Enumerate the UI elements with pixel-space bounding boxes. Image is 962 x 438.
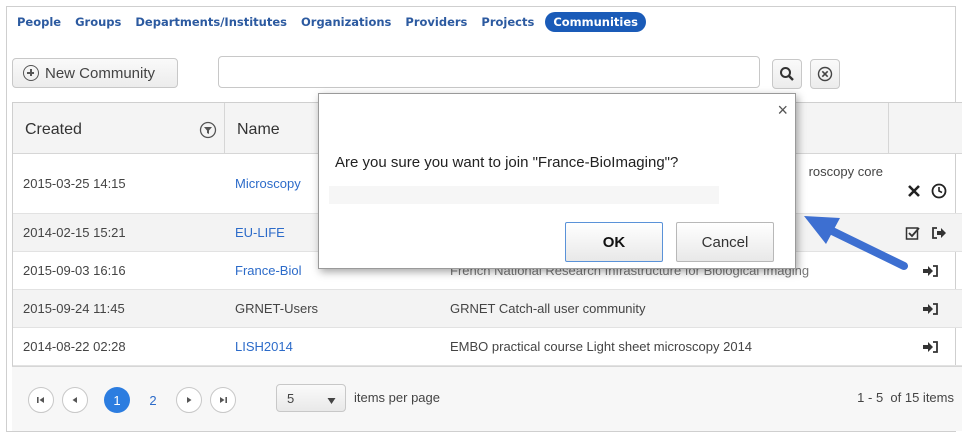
nav-communities[interactable]: Communities (545, 12, 647, 32)
pager-summary: 1 - 5 of 15 items (857, 390, 954, 405)
page-2-button[interactable]: 2 (140, 387, 166, 413)
clear-search-button[interactable] (810, 59, 840, 89)
first-page-button[interactable] (28, 387, 54, 413)
first-page-icon (37, 397, 44, 403)
sign-in-icon[interactable] (921, 339, 939, 355)
page-size-select[interactable]: 5 (276, 384, 346, 412)
cell-created: 2015-09-24 11:45 (23, 301, 125, 316)
page-size-label: items per page (354, 390, 440, 405)
filter-icon[interactable] (199, 121, 217, 139)
cell-created: 2015-03-25 14:15 (23, 176, 126, 191)
prev-page-button[interactable] (62, 387, 88, 413)
next-page-icon (187, 397, 192, 403)
cell-name: GRNET-Users (235, 301, 319, 316)
confirm-join-dialog: × Are you sure you want to join "France-… (318, 93, 796, 269)
page-1-button[interactable]: 1 (104, 387, 130, 413)
ok-button[interactable]: OK (565, 222, 663, 262)
search-button[interactable] (772, 59, 802, 89)
nav-organizations[interactable]: Organizations (301, 15, 391, 29)
cell-actions (889, 328, 962, 365)
page-size-value: 5 (287, 391, 295, 406)
close-icon[interactable]: × (777, 100, 788, 121)
nav-projects[interactable]: Projects (481, 15, 534, 29)
table-row: 2014-08-22 02:28 LISH2014 EMBO practical… (13, 328, 962, 366)
new-community-label: New Community (45, 64, 156, 82)
nav-groups[interactable]: Groups (75, 15, 121, 29)
cell-created: 2014-02-15 15:21 (23, 225, 126, 240)
dialog-divider (329, 186, 719, 204)
annotation-arrow-icon (804, 216, 908, 270)
created-header-label: Created (25, 121, 82, 138)
cell-description: GRNET Catch-all user community (450, 301, 646, 316)
sign-in-icon[interactable] (921, 301, 939, 317)
nav-people[interactable]: People (17, 15, 61, 29)
cell-name-link[interactable]: LISH2014 (225, 328, 440, 365)
column-created-header[interactable]: Created (13, 103, 225, 153)
clock-icon[interactable] (931, 183, 947, 199)
cell-actions (889, 154, 962, 213)
name-header-label: Name (237, 121, 280, 138)
last-page-icon (220, 397, 227, 403)
cell-description: EMBO practical course Light sheet micros… (450, 339, 753, 354)
new-community-button[interactable]: New Community (12, 58, 178, 88)
cell-created: 2015-09-03 16:16 (23, 263, 126, 278)
top-nav: People Groups Departments/Institutes Org… (10, 10, 653, 34)
clear-circle-icon (817, 66, 833, 82)
cell-created: 2014-08-22 02:28 (23, 339, 126, 354)
cell-actions (889, 290, 962, 327)
plus-circle-icon (23, 65, 39, 81)
nav-providers[interactable]: Providers (405, 15, 467, 29)
sign-in-icon[interactable] (921, 263, 939, 279)
nav-departments[interactable]: Departments/Institutes (135, 15, 287, 29)
prev-page-icon (72, 397, 77, 403)
cancel-button[interactable]: Cancel (676, 222, 774, 262)
next-page-button[interactable] (176, 387, 202, 413)
table-row: 2015-09-24 11:45 GRNET-Users GRNET Catch… (13, 290, 962, 328)
search-icon (780, 67, 794, 81)
sign-out-icon[interactable] (931, 225, 947, 241)
column-actions-header (889, 103, 962, 153)
close-icon[interactable] (907, 184, 921, 198)
search-input[interactable] (218, 56, 760, 88)
dialog-message: Are you sure you want to join "France-Bi… (335, 154, 679, 171)
last-page-button[interactable] (210, 387, 236, 413)
pager: 1 2 5 items per page 1 - 5 of 15 items (12, 366, 962, 431)
chevron-down-icon (327, 393, 336, 408)
